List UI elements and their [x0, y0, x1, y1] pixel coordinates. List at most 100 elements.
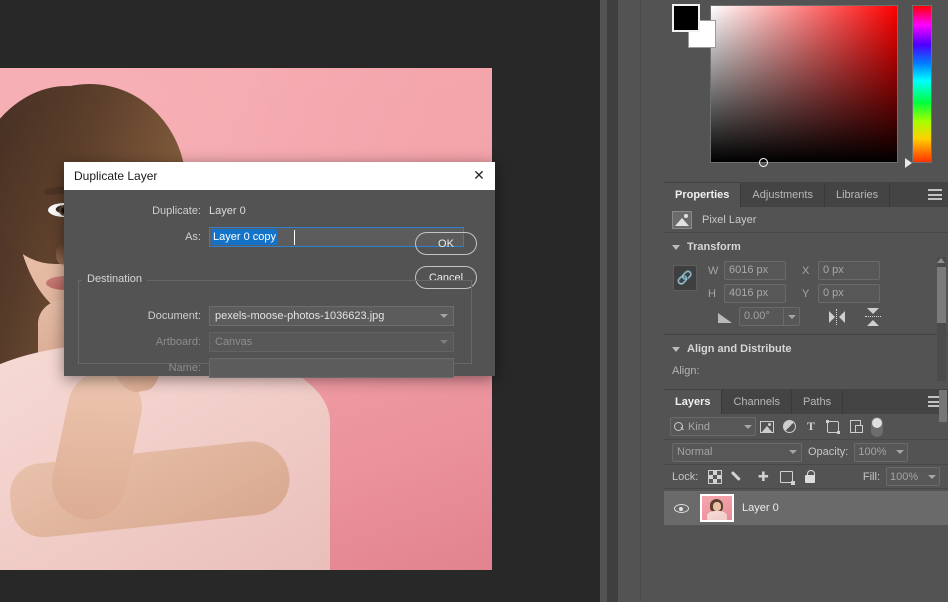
fill-label: Fill:	[863, 471, 880, 483]
fill-value: 100%	[890, 471, 918, 483]
flip-vertical-icon[interactable]	[864, 308, 882, 326]
layer-kind-label: Pixel Layer	[702, 214, 756, 226]
name-label: Name:	[64, 362, 209, 374]
align-section-title: Align and Distribute	[687, 343, 792, 355]
lock-row: Lock: ✚ Fill: 100%	[664, 465, 948, 489]
foreground-color-swatch[interactable]	[672, 4, 700, 32]
tab-properties[interactable]: Properties	[664, 183, 741, 207]
chevron-down-icon	[744, 425, 752, 429]
lock-position-icon[interactable]: ✚	[756, 470, 770, 484]
dock-gutter	[618, 0, 664, 602]
scroll-up-icon[interactable]	[937, 258, 945, 263]
layer-kind-row: Pixel Layer	[664, 207, 948, 233]
text-caret	[294, 230, 295, 245]
transform-controls: 🔗 W 6016 px X 0 px H 4016 px Y 0 px	[664, 257, 948, 334]
filter-image-icon[interactable]	[756, 417, 778, 437]
destination-legend: Destination	[82, 273, 147, 285]
link-icon[interactable]: 🔗	[673, 265, 697, 291]
color-panel[interactable]	[664, 0, 948, 182]
name-row: Name:	[64, 358, 454, 378]
width-input[interactable]: 6016 px	[724, 261, 786, 280]
layers-panel-body: Kind T Normal Opacity:	[664, 414, 948, 525]
as-input-value: Layer 0 copy	[211, 229, 278, 245]
document-select[interactable]: pexels-moose-photos-1036623.jpg	[209, 306, 454, 326]
filter-toggle[interactable]	[871, 417, 883, 437]
filter-smart-object-icon[interactable]	[844, 417, 866, 437]
y-input[interactable]: 0 px	[818, 284, 880, 303]
lock-all-icon[interactable]	[803, 470, 817, 484]
properties-scrollbar-thumb[interactable]	[937, 267, 946, 323]
height-label: H	[708, 288, 724, 300]
align-section-header[interactable]: Align and Distribute	[664, 339, 948, 359]
lock-artboard-icon[interactable]	[780, 471, 793, 483]
transform-section-title: Transform	[687, 241, 741, 253]
transform-row-2: H 4016 px Y 0 px	[708, 284, 940, 303]
tab-channels[interactable]: Channels	[722, 390, 791, 414]
document-row: Document: pexels-moose-photos-1036623.jp…	[64, 306, 454, 326]
blend-mode-row: Normal Opacity: 100%	[664, 440, 948, 465]
fill-input[interactable]: 100%	[886, 467, 940, 486]
height-input[interactable]: 4016 px	[724, 284, 786, 303]
filter-adjustment-icon[interactable]	[778, 417, 800, 437]
properties-tabstrip: Properties Adjustments Libraries	[664, 183, 948, 207]
filter-shape-icon[interactable]	[822, 417, 844, 437]
angle-dropdown[interactable]	[783, 307, 800, 326]
blend-mode-select[interactable]: Normal	[672, 443, 802, 462]
color-field-picker[interactable]	[759, 158, 768, 167]
color-field[interactable]	[710, 5, 898, 163]
x-input[interactable]: 0 px	[818, 261, 880, 280]
layer-filter-kind-label: Kind	[688, 421, 740, 433]
chevron-down-icon[interactable]	[672, 347, 680, 352]
lock-image-icon[interactable]	[732, 470, 746, 484]
artboard-label: Artboard:	[64, 336, 209, 348]
tab-layers[interactable]: Layers	[664, 390, 722, 414]
dialog-titlebar[interactable]: Duplicate Layer ✕	[64, 162, 495, 190]
angle-input[interactable]: 0.00°	[739, 307, 783, 326]
hue-strip-marker[interactable]	[905, 158, 912, 168]
name-input[interactable]	[209, 358, 454, 378]
chevron-down-icon	[440, 340, 448, 344]
properties-panel-menu-icon[interactable]	[928, 189, 942, 200]
artboard-select: Canvas	[209, 332, 454, 352]
ok-button[interactable]: OK	[415, 232, 477, 255]
lock-label: Lock:	[672, 471, 698, 483]
properties-panel: Properties Adjustments Libraries Pixel L…	[664, 183, 948, 389]
properties-panel-body: Pixel Layer Transform 🔗 W 6016 px X 0 px	[664, 207, 948, 389]
layers-tabstrip: Layers Channels Paths	[664, 390, 948, 414]
dialog-body: Duplicate: Layer 0 As: Layer 0 copy OK C…	[64, 190, 495, 376]
opacity-label: Opacity:	[808, 446, 848, 458]
lock-transparency-icon[interactable]	[708, 470, 722, 484]
eye-icon[interactable]	[670, 504, 692, 513]
properties-inner-divider	[664, 334, 948, 335]
fill-group: Fill: 100%	[863, 467, 940, 486]
flip-horizontal-icon[interactable]	[828, 308, 846, 326]
artboard-row: Artboard: Canvas	[64, 332, 454, 352]
tab-paths[interactable]: Paths	[792, 390, 843, 414]
image-icon	[672, 211, 692, 229]
tab-adjustments[interactable]: Adjustments	[741, 183, 825, 207]
chevron-down-icon	[896, 450, 904, 454]
layer-thumbnail[interactable]	[700, 494, 734, 522]
transform-section-header[interactable]: Transform	[664, 237, 948, 257]
opacity-input[interactable]: 100%	[854, 443, 908, 462]
table-row[interactable]: Layer 0	[664, 491, 948, 525]
layers-panel: Layers Channels Paths Kind T	[664, 390, 948, 525]
blend-mode-value: Normal	[677, 446, 712, 458]
chevron-down-icon	[788, 315, 796, 319]
document-label: Document:	[64, 310, 209, 322]
duplicate-source-row: Duplicate: Layer 0	[64, 200, 464, 222]
layer-filter-kind-select[interactable]: Kind	[670, 417, 756, 436]
duplicate-label: Duplicate:	[64, 205, 209, 217]
layers-scrollbar-thumb[interactable]	[939, 390, 947, 422]
hue-strip[interactable]	[912, 5, 932, 163]
layer-filter-row: Kind T	[664, 414, 948, 440]
chevron-down-icon[interactable]	[672, 245, 680, 250]
duplicate-layer-dialog[interactable]: Duplicate Layer ✕ Duplicate: Layer 0 As:…	[64, 162, 495, 376]
tab-libraries[interactable]: Libraries	[825, 183, 890, 207]
close-icon[interactable]: ✕	[471, 168, 487, 184]
align-label: Align:	[672, 365, 700, 377]
transform-row-1: W 6016 px X 0 px	[708, 261, 940, 280]
as-label: As:	[64, 231, 209, 243]
canvas-vertical-scrollbar[interactable]	[607, 0, 618, 602]
filter-type-icon[interactable]: T	[800, 417, 822, 437]
